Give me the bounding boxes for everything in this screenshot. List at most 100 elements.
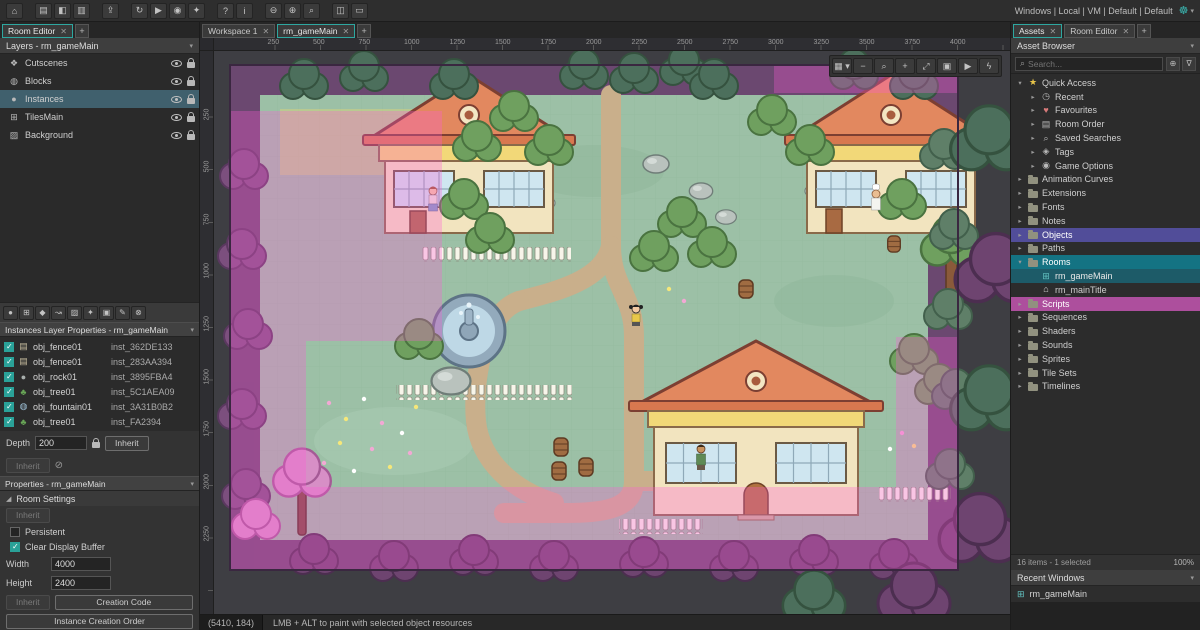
- close-icon[interactable]: ✕: [1050, 27, 1057, 36]
- tabs-layout-button[interactable]: ◫: [332, 3, 349, 19]
- release-notes-button[interactable]: i: [236, 3, 253, 19]
- instance-row[interactable]: obj_rock01 inst_3895FBA4: [0, 369, 199, 384]
- instance-row[interactable]: obj_tree01 inst_5C1AEA09: [0, 384, 199, 399]
- close-icon[interactable]: ✕: [1122, 27, 1129, 36]
- lock-icon[interactable]: [187, 62, 195, 68]
- save-project-button[interactable]: ▥: [73, 3, 90, 19]
- new-asset-layer-button[interactable]: ◆: [35, 306, 50, 320]
- asset-tree-item[interactable]: Sounds: [1011, 338, 1200, 352]
- asset-tree-item[interactable]: Tile Sets: [1011, 366, 1200, 380]
- asset-tree-item[interactable]: Animation Curves: [1011, 173, 1200, 187]
- asset-tree-item[interactable]: Rooms: [1011, 255, 1200, 269]
- new-panel-button[interactable]: +: [1137, 24, 1151, 38]
- expander-icon[interactable]: [1016, 382, 1024, 390]
- asset-tree-item[interactable]: Notes: [1011, 214, 1200, 228]
- rename-layer-button[interactable]: ✎: [115, 306, 130, 320]
- lock-icon[interactable]: [187, 116, 195, 122]
- Instances-button[interactable]: ● Instances: [0, 90, 199, 108]
- expander-icon[interactable]: [1016, 313, 1024, 321]
- new-tile-layer-button[interactable]: ⊞: [19, 306, 34, 320]
- close-icon[interactable]: ✕: [60, 27, 67, 36]
- fit-canvas-button[interactable]: ⤢: [916, 58, 936, 74]
- panel-tab[interactable]: Assets ✕: [1013, 24, 1062, 38]
- expander-icon[interactable]: [1029, 93, 1037, 101]
- clean-button[interactable]: ↻: [131, 3, 148, 19]
- lock-icon[interactable]: [187, 80, 195, 86]
- expander-icon[interactable]: [1016, 79, 1024, 87]
- depth-inherit-button[interactable]: Inherit: [105, 436, 149, 451]
- instance-creation-order-button[interactable]: Instance Creation Order: [6, 614, 193, 629]
- asset-tree-item[interactable]: Quick Access: [1011, 76, 1200, 90]
- asset-tree-item[interactable]: Saved Searches: [1011, 131, 1200, 145]
- zoom-window-button[interactable]: ⌕: [874, 58, 894, 74]
- tree-zoom-level[interactable]: 100%: [1174, 558, 1194, 567]
- close-icon[interactable]: ✕: [262, 27, 269, 36]
- instance-checkbox[interactable]: [4, 387, 14, 397]
- create-executable-button[interactable]: ✦: [188, 3, 205, 19]
- new-layer-folder-button[interactable]: ▣: [99, 306, 114, 320]
- expander-icon[interactable]: [1016, 189, 1024, 197]
- asset-tree-item[interactable]: Shaders: [1011, 324, 1200, 338]
- expander-icon[interactable]: [1029, 134, 1037, 142]
- asset-tree-item[interactable]: Tags: [1011, 145, 1200, 159]
- instance-row[interactable]: obj_fence01 inst_283AA394: [0, 354, 199, 369]
- panel-tab[interactable]: Room Editor ✕: [1064, 24, 1135, 38]
- expander-icon[interactable]: [1016, 369, 1024, 377]
- room-inherit-button[interactable]: Inherit: [6, 595, 50, 610]
- expander-icon[interactable]: [1029, 148, 1037, 156]
- expander-icon[interactable]: [1016, 258, 1024, 266]
- Cutscenes-button[interactable]: ❖ Cutscenes: [0, 54, 199, 72]
- room-height-input[interactable]: [51, 576, 111, 590]
- clear-display-buffer-checkbox[interactable]: [10, 542, 20, 552]
- import-project-button[interactable]: ⇪: [102, 3, 119, 19]
- visibility-eye-icon[interactable]: [171, 114, 182, 121]
- run-room-button[interactable]: ▶: [958, 58, 978, 74]
- asset-browser-dropdown[interactable]: Asset Browser ▾: [1011, 38, 1200, 54]
- layer-inherit-button[interactable]: Inherit: [6, 458, 50, 473]
- instance-checkbox[interactable]: [4, 342, 14, 352]
- new-path-layer-button[interactable]: ↝: [51, 306, 66, 320]
- asset-tree-item[interactable]: rm_mainTitle: [1011, 283, 1200, 297]
- settings-inherit-button[interactable]: Inherit: [6, 508, 50, 523]
- room-canvas[interactable]: ▦ ▾ − ⌕ + ⤢ ▣ ▶: [214, 51, 1010, 614]
- zoom-in-button[interactable]: ⊕: [284, 3, 301, 19]
- tab-room-editor[interactable]: Room Editor ✕: [2, 24, 73, 38]
- instance-row[interactable]: obj_fence01 inst_362DE133: [0, 339, 199, 354]
- visibility-eye-icon[interactable]: [171, 60, 182, 67]
- depth-input[interactable]: [35, 436, 87, 450]
- asset-tree-item[interactable]: Recent: [1011, 90, 1200, 104]
- instance-row[interactable]: obj_tree01 inst_FA2394: [0, 414, 199, 429]
- instance-checkbox[interactable]: [4, 402, 14, 412]
- asset-tree-item[interactable]: Sequences: [1011, 311, 1200, 325]
- room-width-input[interactable]: [51, 557, 111, 571]
- zoom-in-button[interactable]: +: [895, 58, 915, 74]
- expander-icon[interactable]: [1029, 162, 1037, 170]
- expander-icon[interactable]: [1016, 244, 1024, 252]
- close-icon[interactable]: ✕: [342, 27, 349, 36]
- home-button[interactable]: ⌂: [6, 3, 23, 19]
- instance-checkbox[interactable]: [4, 357, 14, 367]
- asset-tree-item[interactable]: Scripts: [1011, 297, 1200, 311]
- new-background-layer-button[interactable]: ▨: [67, 306, 82, 320]
- Background-button[interactable]: ▨ Background: [0, 126, 199, 144]
- workspace-tab[interactable]: Workspace 1 ✕: [202, 24, 275, 38]
- layers-dropdown[interactable]: Layers - rm_gameMain ▾: [0, 38, 199, 54]
- new-project-button[interactable]: ▤: [35, 3, 52, 19]
- zoom-out-button[interactable]: −: [853, 58, 873, 74]
- workspace-tab[interactable]: rm_gameMain ✕: [277, 24, 355, 38]
- asset-tree-item[interactable]: Objects: [1011, 228, 1200, 242]
- new-tab-button[interactable]: +: [75, 24, 89, 38]
- lock-icon[interactable]: [187, 134, 195, 140]
- asset-tree-item[interactable]: Timelines: [1011, 380, 1200, 394]
- expander-icon[interactable]: [1016, 300, 1024, 308]
- expander-icon[interactable]: [1016, 327, 1024, 335]
- visibility-eye-icon[interactable]: [171, 78, 182, 85]
- TilesMain-button[interactable]: ⊞ TilesMain: [0, 108, 199, 126]
- add-filter-button[interactable]: ⊕: [1166, 57, 1180, 71]
- expander-icon[interactable]: [1016, 341, 1024, 349]
- search-input[interactable]: [1028, 59, 1158, 69]
- asset-tree-item[interactable]: Extensions: [1011, 186, 1200, 200]
- recent-window-item[interactable]: ⊞ rm_gameMain: [1011, 586, 1200, 602]
- asset-tree-item[interactable]: Favourites: [1011, 104, 1200, 118]
- persistent-checkbox[interactable]: [10, 527, 20, 537]
